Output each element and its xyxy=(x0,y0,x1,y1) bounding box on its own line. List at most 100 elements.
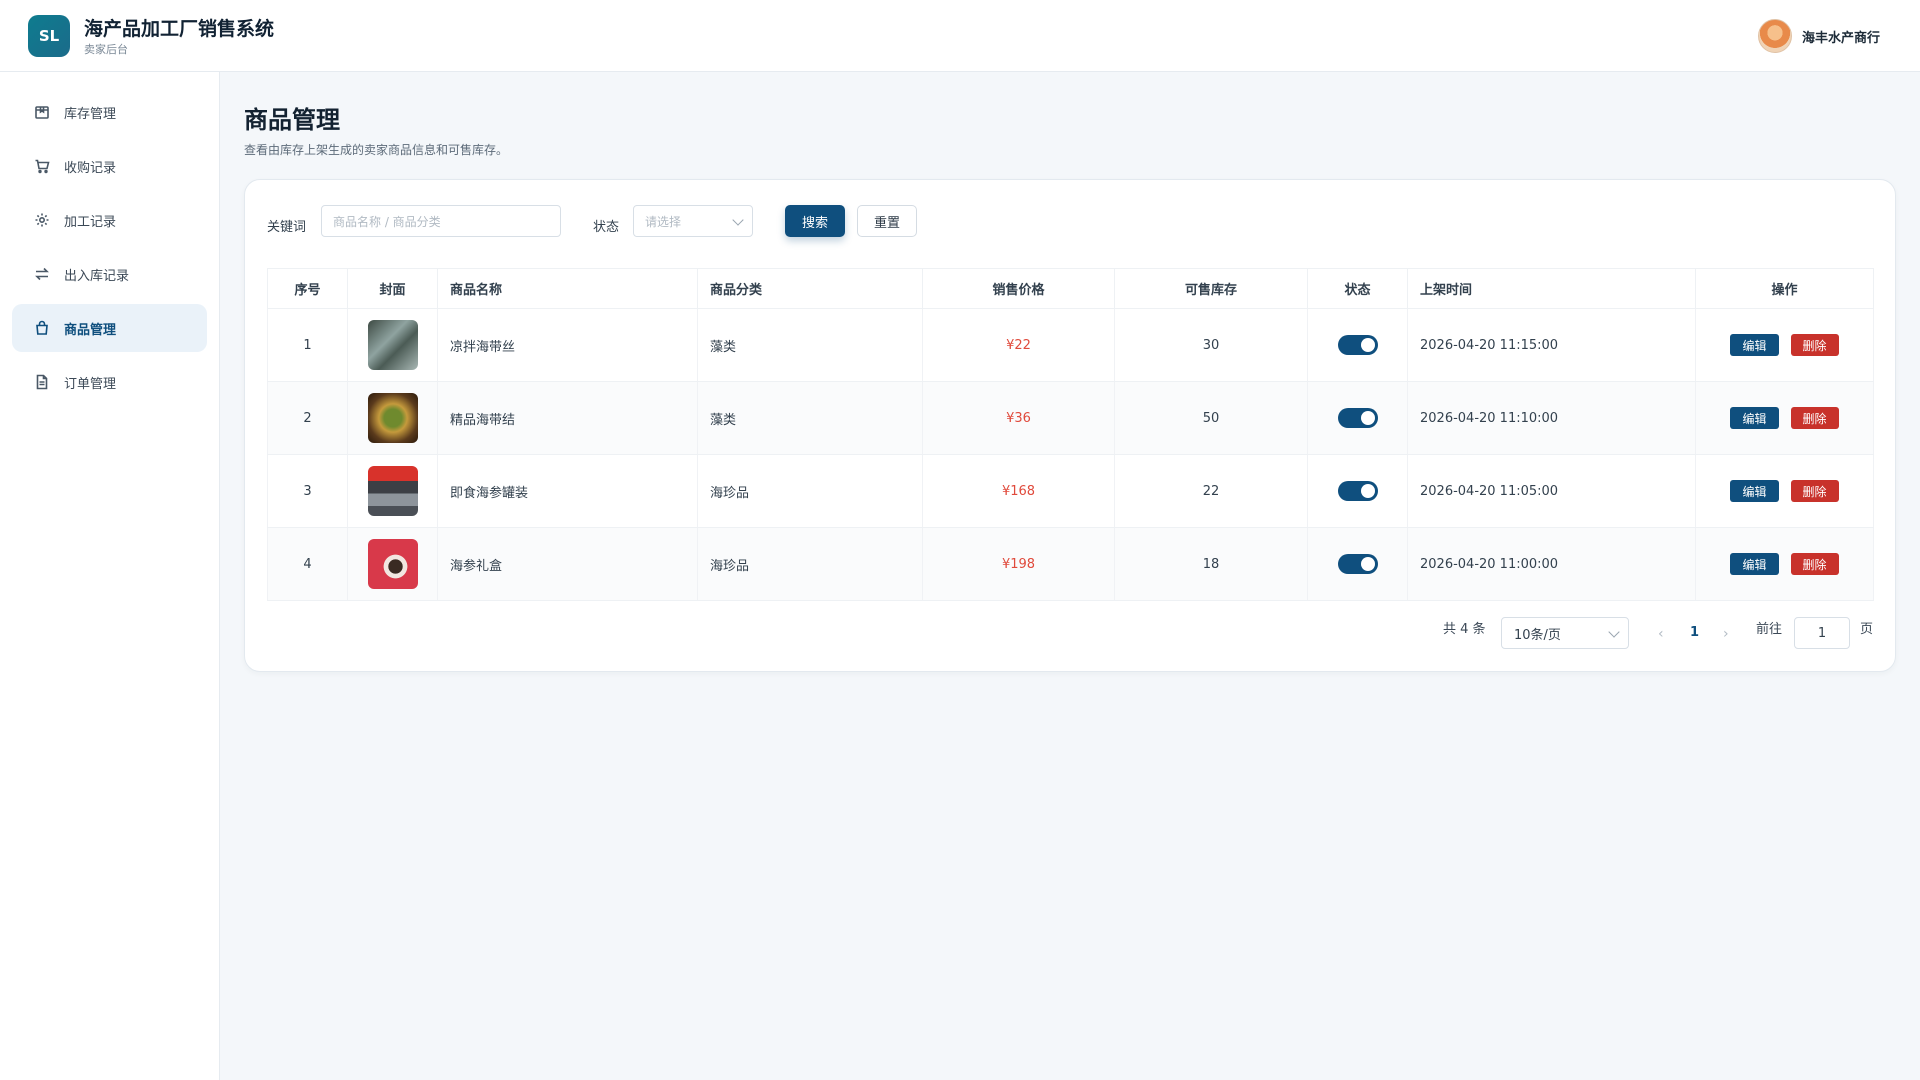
sidebar: 库存管理 收购记录 加工记录 出入库记录 商品管理 订单管理 xyxy=(0,72,220,1080)
sidebar-item-stock-io[interactable]: 出入库记录 xyxy=(12,250,207,298)
row-index: 2 xyxy=(267,381,348,455)
edit-button[interactable]: 编辑 xyxy=(1730,407,1779,429)
column-header: 可售库存 xyxy=(1114,268,1308,309)
product-category: 海珍品 xyxy=(697,454,923,528)
main-content: 商品管理 查看由库存上架生成的卖家商品信息和可售库存。 关键词 商品名称 / 商… xyxy=(220,72,1920,1080)
box-icon xyxy=(34,104,50,120)
delete-button[interactable]: 删除 xyxy=(1790,334,1839,356)
gear-icon xyxy=(34,212,50,228)
status-toggle[interactable] xyxy=(1337,335,1378,355)
row-index: 3 xyxy=(267,454,348,528)
page-size-select[interactable]: 10条/页 xyxy=(1501,617,1629,649)
product-category: 海珍品 xyxy=(697,527,923,601)
keyword-placeholder: 商品名称 / 商品分类 xyxy=(333,214,441,229)
status-toggle[interactable] xyxy=(1337,481,1378,501)
sidebar-item-label: 收购记录 xyxy=(64,160,117,176)
row-index: 4 xyxy=(267,527,348,601)
table-row[interactable]: 3 即食海参罐装 海珍品 ¥168 22 2026-04-20 11:05:00… xyxy=(267,454,1874,528)
listing-time: 2026-04-20 11:05:00 xyxy=(1407,454,1696,528)
product-price: ¥22 xyxy=(922,308,1115,382)
keyword-input[interactable]: 商品名称 / 商品分类 xyxy=(321,205,561,237)
edit-button[interactable]: 编辑 xyxy=(1730,334,1779,356)
goto-label: 前往 xyxy=(1756,622,1783,637)
status-select[interactable]: 请选择 xyxy=(633,205,753,237)
reset-button[interactable]: 重置 xyxy=(857,205,917,237)
page-title: 商品管理 xyxy=(244,106,340,134)
column-header: 操作 xyxy=(1695,268,1874,309)
document-icon xyxy=(34,374,50,390)
product-cover-image xyxy=(367,539,418,589)
column-header: 序号 xyxy=(267,268,348,309)
keyword-label: 关键词 xyxy=(267,220,307,235)
listing-time: 2026-04-20 11:10:00 xyxy=(1407,381,1696,455)
sidebar-item-orders[interactable]: 订单管理 xyxy=(12,358,207,406)
swap-icon xyxy=(34,266,50,282)
sidebar-item-purchase[interactable]: 收购记录 xyxy=(12,142,207,190)
product-category: 藻类 xyxy=(697,308,923,382)
avatar[interactable] xyxy=(1757,19,1792,53)
table-row[interactable]: 4 海参礼盒 海珍品 ¥198 18 2026-04-20 11:00:00 编… xyxy=(267,527,1874,601)
column-header: 销售价格 xyxy=(922,268,1115,309)
column-header: 商品分类 xyxy=(697,268,923,309)
page-size-value: 10条/页 xyxy=(1514,627,1561,643)
product-table: 序号 封面 商品名称 商品分类 销售价格 可售库存 状态 上架时间 操作 1 凉… xyxy=(267,268,1874,601)
table-header-row: 序号 封面 商品名称 商品分类 销售价格 可售库存 状态 上架时间 操作 xyxy=(267,268,1874,309)
goto-page-input[interactable]: 1 xyxy=(1794,617,1850,649)
product-stock: 18 xyxy=(1114,527,1308,601)
page-suffix: 页 xyxy=(1860,622,1874,637)
product-stock: 30 xyxy=(1114,308,1308,382)
column-header: 商品名称 xyxy=(437,268,698,309)
column-header: 上架时间 xyxy=(1407,268,1696,309)
next-page-icon[interactable]: › xyxy=(1723,626,1729,642)
prev-page-icon[interactable]: ‹ xyxy=(1658,626,1664,642)
product-cover-image xyxy=(367,393,418,443)
sidebar-item-label: 商品管理 xyxy=(64,322,117,338)
product-stock: 22 xyxy=(1114,454,1308,528)
user-menu[interactable]: 海丰水产商行 xyxy=(1757,19,1880,53)
app-title: 海产品加工厂销售系统 xyxy=(84,18,275,40)
status-placeholder: 请选择 xyxy=(645,214,682,229)
chevron-down-icon xyxy=(732,214,744,226)
column-header: 封面 xyxy=(347,268,438,309)
app-subtitle: 卖家后台 xyxy=(84,43,128,56)
app-logo: SL xyxy=(28,15,70,57)
product-card: 关键词 商品名称 / 商品分类 状态 请选择 搜索 重置 序号 封面 商品名称 … xyxy=(244,179,1896,672)
status-toggle[interactable] xyxy=(1337,408,1378,428)
sidebar-item-label: 加工记录 xyxy=(64,214,117,230)
status-toggle[interactable] xyxy=(1337,554,1378,574)
status-label: 状态 xyxy=(593,220,620,235)
user-name: 海丰水产商行 xyxy=(1801,30,1880,46)
product-price: ¥36 xyxy=(922,381,1115,455)
sidebar-item-label: 库存管理 xyxy=(64,106,117,122)
delete-button[interactable]: 删除 xyxy=(1790,407,1839,429)
listing-time: 2026-04-20 11:15:00 xyxy=(1407,308,1696,382)
chevron-down-icon xyxy=(1608,626,1620,638)
search-button[interactable]: 搜索 xyxy=(785,205,845,237)
cart-icon xyxy=(34,158,50,174)
page-number-current[interactable]: 1 xyxy=(1690,625,1699,640)
table-row[interactable]: 2 精品海带结 藻类 ¥36 50 2026-04-20 11:10:00 编辑… xyxy=(267,381,1874,455)
pagination-total: 共 4 条 xyxy=(1443,622,1486,637)
sidebar-item-label: 出入库记录 xyxy=(64,268,130,284)
sidebar-item-products[interactable]: 商品管理 xyxy=(12,304,207,352)
sidebar-item-inventory[interactable]: 库存管理 xyxy=(12,88,207,136)
delete-button[interactable]: 删除 xyxy=(1790,480,1839,502)
sidebar-item-processing[interactable]: 加工记录 xyxy=(12,196,207,244)
edit-button[interactable]: 编辑 xyxy=(1730,480,1779,502)
product-stock: 50 xyxy=(1114,381,1308,455)
product-name: 即食海参罐装 xyxy=(437,454,698,528)
product-category: 藻类 xyxy=(697,381,923,455)
column-header: 状态 xyxy=(1307,268,1408,309)
table-row[interactable]: 1 凉拌海带丝 藻类 ¥22 30 2026-04-20 11:15:00 编辑… xyxy=(267,308,1874,382)
bag-icon xyxy=(34,320,50,336)
product-cover-image xyxy=(367,466,418,516)
page-description: 查看由库存上架生成的卖家商品信息和可售库存。 xyxy=(244,143,509,157)
product-price: ¥168 xyxy=(922,454,1115,528)
product-cover-image xyxy=(367,320,418,370)
row-index: 1 xyxy=(267,308,348,382)
delete-button[interactable]: 删除 xyxy=(1790,553,1839,575)
sidebar-item-label: 订单管理 xyxy=(64,376,117,392)
edit-button[interactable]: 编辑 xyxy=(1730,553,1779,575)
app-header: SL 海产品加工厂销售系统 卖家后台 海丰水产商行 xyxy=(0,0,1920,72)
product-name: 海参礼盒 xyxy=(437,527,698,601)
